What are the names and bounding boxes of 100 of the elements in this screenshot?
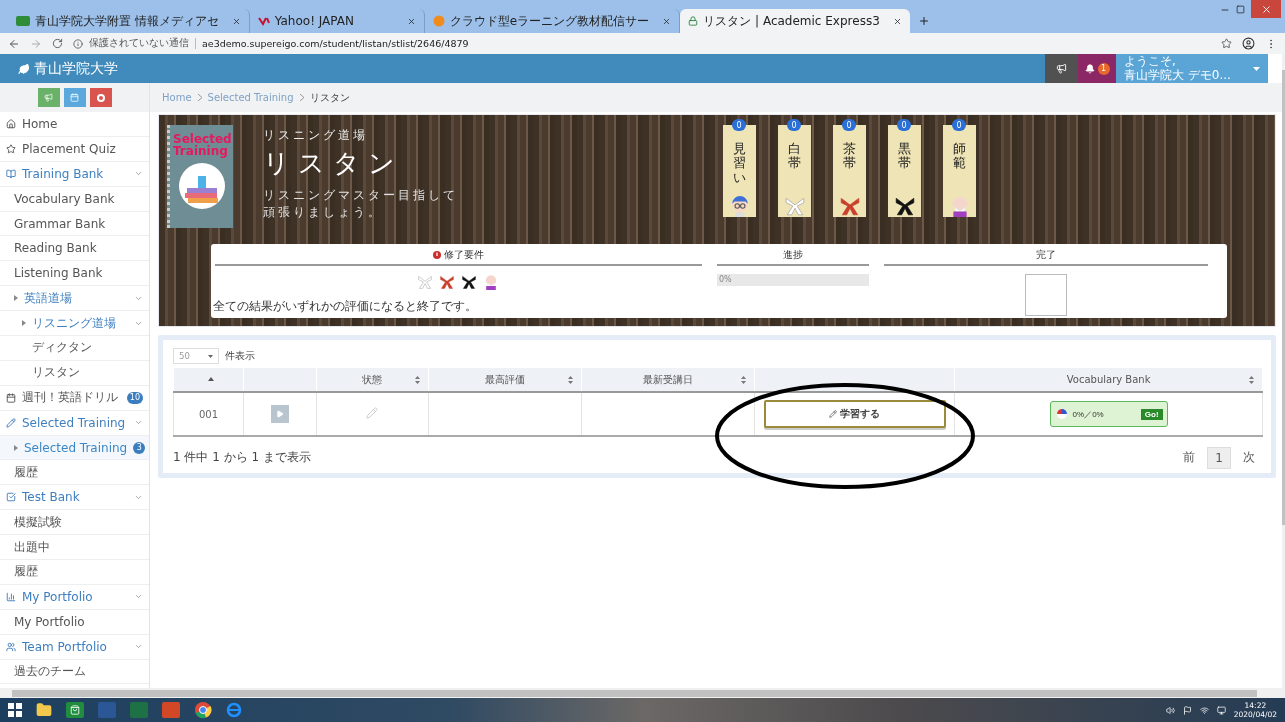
- breadcrumb-link[interactable]: リスタン: [309, 90, 350, 105]
- pencil-icon: [829, 410, 838, 418]
- browser-tab[interactable]: リスタン | Academic Express3: [680, 9, 910, 33]
- checkbox-icon: [6, 492, 16, 503]
- column-header[interactable]: [173, 368, 244, 392]
- calendar-icon: [70, 93, 79, 102]
- announcement-button[interactable]: [1045, 54, 1078, 83]
- lock-icon: [688, 16, 699, 26]
- folder-icon[interactable]: [36, 702, 52, 718]
- panel-heading: 修了要件: [443, 248, 484, 262]
- close-window-button[interactable]: [1251, 0, 1281, 18]
- pencil-icon: [6, 417, 16, 428]
- rank-label: 見習い: [733, 142, 746, 187]
- close-icon[interactable]: [892, 16, 902, 26]
- sidebar-item[interactable]: Selected Training 3: [0, 435, 149, 461]
- count-badge: 0: [787, 119, 801, 131]
- count-badge: 0: [897, 119, 911, 131]
- profile-icon[interactable]: [1242, 37, 1255, 50]
- display-icon[interactable]: [1216, 705, 1226, 715]
- rank-label: 白帯: [788, 142, 801, 173]
- caret-icon: [208, 354, 213, 358]
- books-drawing: [177, 162, 226, 210]
- chrome-icon[interactable]: [194, 701, 212, 719]
- panel-heading: 進捗: [783, 248, 803, 262]
- column-header[interactable]: 状態: [316, 368, 429, 392]
- rank-label: 茶帯: [843, 142, 856, 173]
- chevron-icon: [299, 94, 304, 101]
- count-badge: 0: [732, 119, 746, 131]
- restore-icon[interactable]: [1236, 5, 1245, 14]
- count-badge: 10: [126, 391, 143, 404]
- play-button[interactable]: [270, 405, 289, 423]
- sort-icon: [414, 376, 420, 384]
- cover-title: Training: [172, 145, 229, 157]
- bookmark-star-icon[interactable]: [1221, 38, 1232, 49]
- sort-icon: [1249, 376, 1254, 384]
- leaf-logo-icon: [18, 62, 30, 75]
- banner-title: リスタン: [263, 147, 404, 180]
- requirement-note: 全ての結果がいずれかの評価になると終了です。: [213, 298, 477, 315]
- cover-title: Selected: [172, 133, 233, 145]
- column-header[interactable]: 最高評価: [428, 368, 581, 392]
- sort-icon: [567, 376, 573, 384]
- announcement-button[interactable]: [37, 88, 60, 107]
- close-icon[interactable]: [406, 16, 416, 26]
- belt-icon: [838, 195, 861, 217]
- panel-heading: 完了: [1036, 248, 1057, 262]
- flag-icon[interactable]: [1182, 705, 1192, 715]
- pager-link[interactable]: 前: [1175, 445, 1204, 470]
- megaphone-icon: [1056, 63, 1067, 74]
- site-logo-icon: [257, 16, 270, 26]
- pager-link[interactable]: 次: [1235, 445, 1263, 470]
- home-icon: [6, 118, 16, 129]
- column-header[interactable]: Vocabulary Bank: [954, 368, 1263, 392]
- windows-start-icon[interactable]: [8, 703, 22, 717]
- page-button[interactable]: 1: [1207, 446, 1231, 469]
- bar-chart-icon: [6, 591, 16, 602]
- settings-button[interactable]: [89, 88, 112, 107]
- belt-icon: [439, 274, 456, 290]
- rank-label: 黒帯: [898, 142, 911, 173]
- pie-chart-icon: [1054, 408, 1069, 420]
- back-icon[interactable]: [8, 37, 20, 50]
- calendar-button[interactable]: [63, 88, 86, 107]
- notification-badge: 1: [1097, 62, 1110, 75]
- alert-icon: [432, 251, 441, 259]
- internet-explorer-icon[interactable]: [226, 702, 242, 718]
- belt-icon: [417, 274, 434, 290]
- bullet-icon: [14, 444, 18, 451]
- column-header[interactable]: 最新受講日: [581, 368, 755, 392]
- page-size-label: 件表示: [225, 349, 255, 363]
- belt-icon: [783, 195, 806, 217]
- book-icon: [6, 168, 16, 179]
- network-icon[interactable]: [1199, 705, 1209, 715]
- caret-icon: [1253, 66, 1260, 71]
- bullet-icon: [22, 320, 26, 327]
- banner-subtitle: リスニング道場: [263, 127, 369, 144]
- star-icon: [6, 143, 16, 154]
- close-icon[interactable]: [231, 16, 241, 26]
- volume-icon[interactable]: [1165, 705, 1175, 715]
- megaphone-icon: [44, 93, 53, 102]
- site-logo-icon: [432, 15, 445, 27]
- calendar-icon: [6, 392, 16, 403]
- sort-asc-icon: [208, 377, 215, 381]
- url-text: ae3demo.supereigo.com/student/listan/stlist/2646/4879: [195, 38, 469, 49]
- count-badge: 3: [133, 441, 146, 454]
- table-info: 1 件中 1 から 1 まで表示: [173, 449, 311, 466]
- progress-text: 0%: [718, 275, 732, 284]
- belt-icon: [461, 274, 478, 290]
- count-badge: 0: [952, 119, 966, 131]
- study-button[interactable]: 学習する: [763, 400, 946, 428]
- security-label: 保護されていない通信: [89, 37, 189, 50]
- vocabulary-button[interactable]: 0%／0% Go!: [1049, 401, 1168, 427]
- banner-description: リスニングマスター目指して 頑張りましょう。: [263, 187, 459, 222]
- reload-icon[interactable]: [52, 38, 63, 49]
- settings-icon: [96, 93, 105, 102]
- count-badge: 0: [842, 119, 856, 131]
- bullet-icon: [14, 295, 18, 302]
- store-icon[interactable]: [66, 702, 84, 718]
- sort-icon: [741, 376, 747, 384]
- close-icon: [1260, 3, 1272, 15]
- close-icon[interactable]: [662, 16, 672, 26]
- new-tab-icon[interactable]: [917, 15, 930, 27]
